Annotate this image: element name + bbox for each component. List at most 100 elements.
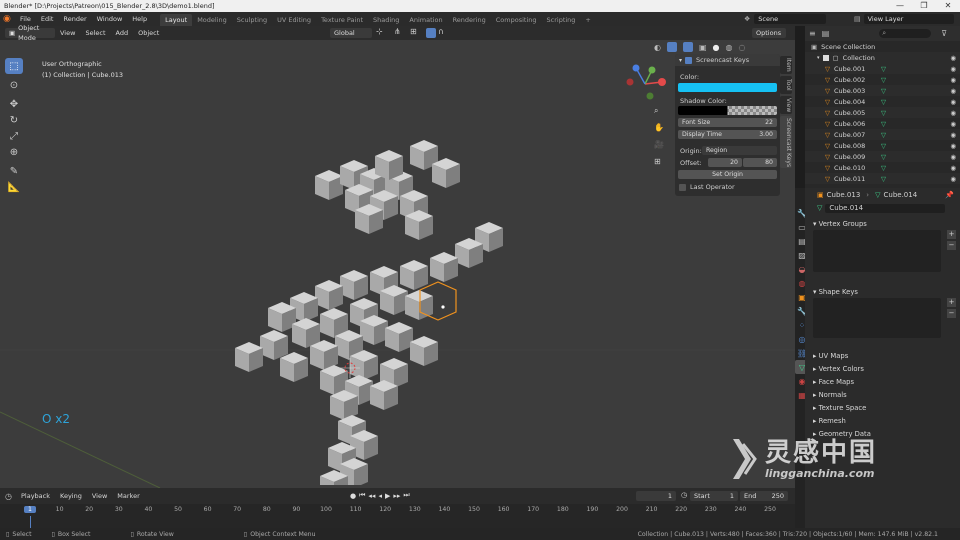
visibility-eye-icon[interactable]: ◉ <box>950 131 956 139</box>
panel-header[interactable]: ▾ Screencast Keys <box>675 54 780 66</box>
orientation-dropdown[interactable]: Global <box>330 28 372 38</box>
playhead[interactable] <box>30 516 31 528</box>
mesh-data-icon[interactable]: ▽ <box>881 98 886 106</box>
tab-item[interactable]: Item <box>780 56 792 74</box>
visibility-eye-icon[interactable]: ◉ <box>950 87 956 95</box>
visibility-eye-icon[interactable]: ◉ <box>950 175 956 183</box>
visibility-eye-icon[interactable]: ◉ <box>950 54 956 62</box>
shadow-color-swatch[interactable] <box>678 106 777 115</box>
menu-select[interactable]: Select <box>80 26 110 40</box>
visibility-eye-icon[interactable]: ◉ <box>950 142 956 150</box>
zoom-icon[interactable]: ⌕ <box>654 106 666 123</box>
select-box-tool-icon[interactable]: ⬚ <box>5 58 23 74</box>
shape-keys-listbox[interactable] <box>813 298 941 338</box>
maximize-button[interactable]: ❐ <box>912 0 936 12</box>
tab-rendering[interactable]: Rendering <box>448 14 491 26</box>
outliner-object-row[interactable]: ▽ Cube.008 ▽ ◉ <box>805 140 960 151</box>
close-button[interactable]: ✕ <box>936 0 960 12</box>
outliner-object-row[interactable]: ▽ Cube.009 ▽ ◉ <box>805 151 960 162</box>
play-reverse-icon[interactable]: ◂ <box>378 492 382 500</box>
tab-scripting[interactable]: Scripting <box>542 14 581 26</box>
pin-icon[interactable]: 📌 <box>945 191 954 199</box>
outliner-object-row[interactable]: ▽ Cube.002 ▽ ◉ <box>805 74 960 85</box>
collapsed-panel[interactable]: ▸ Vertex Colors <box>805 363 960 376</box>
next-key-icon[interactable]: ▸▸ <box>393 492 400 500</box>
timeline-editor-icon[interactable]: ◷ <box>5 492 12 501</box>
remove-vertex-group-button[interactable]: − <box>947 241 956 250</box>
menu-keying[interactable]: Keying <box>55 489 87 503</box>
collapsed-panel[interactable]: ▸ Texture Space <box>805 402 960 415</box>
collection-checkbox[interactable] <box>822 54 829 61</box>
display-mode-icon[interactable]: ▤ <box>822 29 830 38</box>
offset-y-field[interactable]: 80 <box>743 158 777 167</box>
menu-render[interactable]: Render <box>58 12 91 26</box>
view-layer-selector[interactable]: ▤ View Layer <box>854 14 954 24</box>
scale-tool-icon[interactable]: ⤢ <box>5 128 23 144</box>
menu-marker[interactable]: Marker <box>112 489 144 503</box>
outliner-object-row[interactable]: ▽ Cube.010 ▽ ◉ <box>805 162 960 173</box>
view-layer-field[interactable]: View Layer <box>863 14 954 24</box>
play-icon[interactable]: ▶ <box>385 492 390 500</box>
vertex-groups-listbox[interactable] <box>813 230 941 272</box>
enable-checkbox[interactable] <box>685 56 693 64</box>
shape-keys-panel[interactable]: ▾ Shape Keys <box>805 286 960 298</box>
measure-tool-icon[interactable]: 📐 <box>5 179 23 195</box>
outliner-object-row[interactable]: ▽ Cube.005 ▽ ◉ <box>805 107 960 118</box>
visibility-eye-icon[interactable]: ◉ <box>950 76 956 84</box>
scene-collection-row[interactable]: ▣ Scene Collection <box>805 41 960 52</box>
visibility-icon[interactable]: ◐ <box>654 43 661 52</box>
last-operator-checkbox[interactable] <box>679 183 686 191</box>
falloff-icon[interactable]: ∩ <box>438 27 444 36</box>
mesh-data-icon[interactable]: ▽ <box>881 175 886 183</box>
mesh-name-field[interactable]: Cube.014 <box>825 203 946 213</box>
outliner-search-input[interactable]: ⌕ <box>879 29 932 38</box>
mesh-data-icon[interactable]: ▽ <box>881 76 886 84</box>
mesh-data-icon[interactable]: ▽ <box>881 153 886 161</box>
filter-icon[interactable]: ⊽ <box>941 29 947 38</box>
visibility-eye-icon[interactable]: ◉ <box>950 109 956 117</box>
visibility-eye-icon[interactable]: ◉ <box>950 120 956 128</box>
mesh-data-icon[interactable]: ▽ <box>881 109 886 117</box>
visibility-eye-icon[interactable]: ◉ <box>950 153 956 161</box>
collapsed-panel[interactable]: ▸ Remesh <box>805 415 960 428</box>
menu-playback[interactable]: Playback <box>16 489 55 503</box>
menu-help[interactable]: Help <box>127 12 152 26</box>
tab-texture-paint[interactable]: Texture Paint <box>316 14 368 26</box>
color-swatch[interactable] <box>678 83 777 92</box>
mode-dropdown[interactable]: ▣ Object Mode <box>5 24 55 42</box>
origin-dropdown[interactable]: Region <box>702 146 777 155</box>
camera-icon[interactable]: 🎥 <box>654 140 666 157</box>
overlay-toggle-icon[interactable] <box>682 42 693 52</box>
font-size-field[interactable]: Font Size 22 <box>678 118 777 127</box>
mesh-data-icon[interactable]: ▽ <box>881 142 886 150</box>
mesh-data-icon[interactable]: ▽ <box>881 131 886 139</box>
mesh-data-icon[interactable]: ▽ <box>881 120 886 128</box>
jump-start-icon[interactable]: ⏮ <box>359 491 365 500</box>
minimize-button[interactable]: — <box>888 0 912 12</box>
menu-timeline-view[interactable]: View <box>87 489 112 503</box>
end-frame-field[interactable]: End 250 <box>740 491 788 501</box>
snap-icon[interactable]: ⋔ <box>394 27 401 36</box>
offset-x-field[interactable]: 20 <box>708 158 742 167</box>
blender-logo-icon[interactable]: ◉ <box>3 13 15 25</box>
outliner-object-row[interactable]: ▽ Cube.011 ▽ ◉ <box>805 173 960 184</box>
proportional-edit-button[interactable] <box>426 28 436 38</box>
solid-shading-icon[interactable]: ● <box>713 43 720 52</box>
grid-toggle-icon[interactable]: ⊞ <box>654 157 666 174</box>
collapsed-panel[interactable]: ▸ Face Maps <box>805 376 960 389</box>
gizmo-toggle-icon[interactable] <box>666 42 677 52</box>
move-tool-icon[interactable]: ✥ <box>5 96 23 112</box>
pan-hand-icon[interactable]: ✋ <box>654 123 666 140</box>
last-operator-toggle[interactable]: Last Operator <box>679 183 735 191</box>
pivot-icon[interactable]: ⊹ <box>376 27 383 36</box>
outliner-object-row[interactable]: ▽ Cube.001 ▽ ◉ <box>805 63 960 74</box>
add-shape-key-button[interactable]: + <box>947 298 956 307</box>
menu-window[interactable]: Window <box>92 12 128 26</box>
rotate-tool-icon[interactable]: ↻ <box>5 112 23 128</box>
menu-add[interactable]: Add <box>111 26 134 40</box>
jump-end-icon[interactable]: ⏭ <box>403 491 409 500</box>
tab-compositing[interactable]: Compositing <box>491 14 542 26</box>
prev-key-icon[interactable]: ◂◂ <box>368 492 375 500</box>
cursor-tool-icon[interactable]: ⊙ <box>5 77 23 93</box>
material-shading-icon[interactable]: ◍ <box>726 43 733 52</box>
